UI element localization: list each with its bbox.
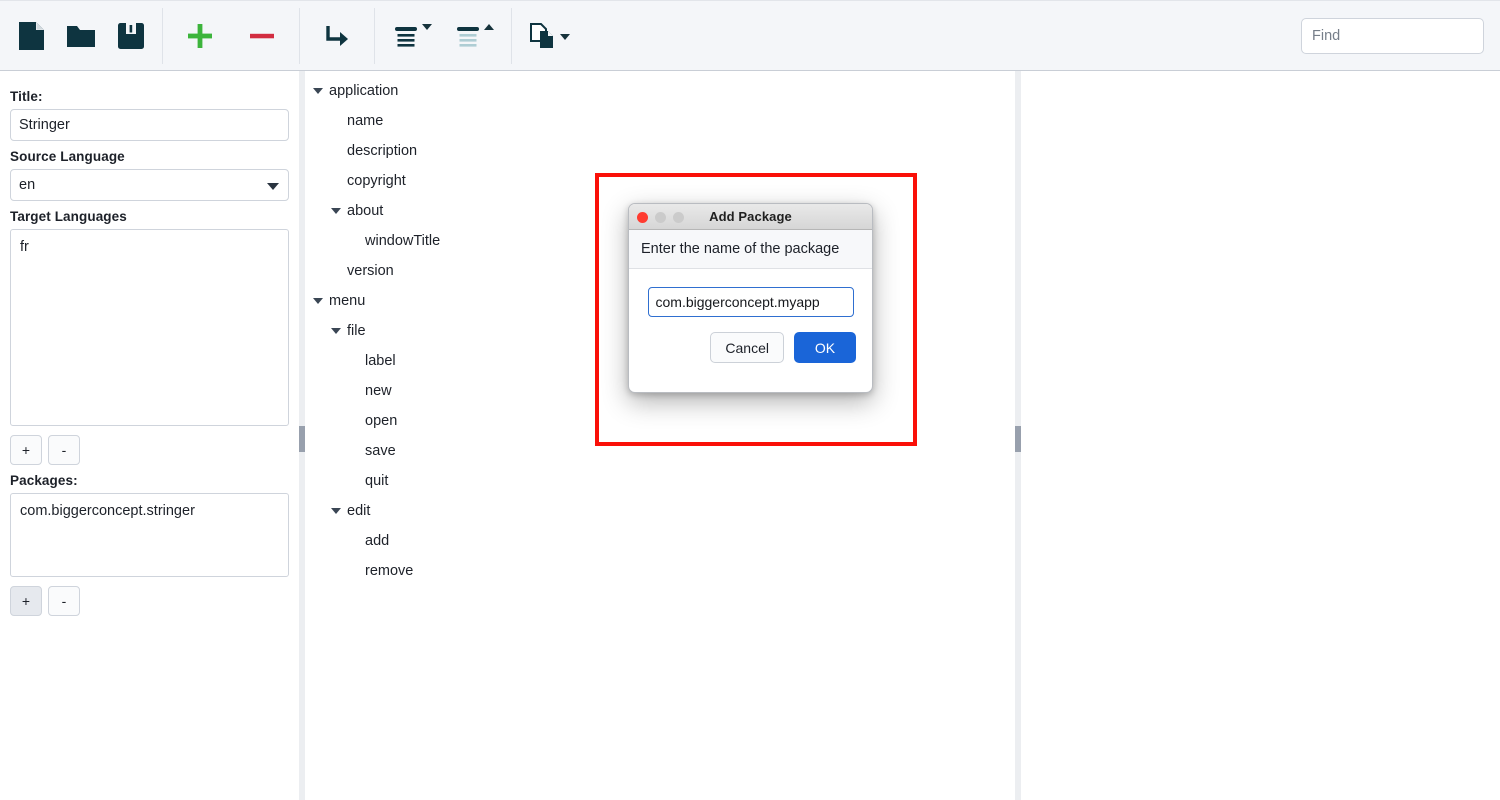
tree-node-label: version — [347, 263, 394, 279]
chevron-down-icon[interactable] — [329, 328, 343, 334]
title-input[interactable] — [10, 109, 289, 141]
toolbar-group-expand — [375, 8, 511, 64]
new-file-button[interactable] — [6, 13, 56, 59]
new-file-icon — [18, 21, 45, 51]
tree-node-label: add — [365, 533, 390, 549]
tree-node-label: application — [329, 83, 399, 99]
tree-node[interactable]: remove — [305, 556, 1015, 586]
add-child-button[interactable] — [306, 13, 368, 59]
chevron-down-icon[interactable] — [311, 88, 325, 94]
find-input[interactable] — [1301, 17, 1484, 54]
main-toolbar — [0, 0, 1500, 71]
expand-all-icon — [393, 23, 419, 49]
tree-node-label: name — [347, 113, 384, 129]
package-name-input[interactable] — [647, 287, 854, 317]
open-folder-icon — [66, 23, 96, 49]
dialog-titlebar: Add Package — [629, 204, 872, 230]
tree-node-label: copyright — [347, 173, 406, 189]
tree-node-label: new — [365, 383, 392, 399]
tree-node-label: save — [365, 443, 396, 459]
dialog-body — [629, 269, 872, 317]
chevron-down-icon[interactable] — [311, 298, 325, 304]
toolbar-group-edit — [163, 8, 299, 64]
maximize-icon[interactable] — [673, 212, 684, 223]
tree-node-label: quit — [365, 473, 389, 489]
remove-key-button[interactable] — [231, 13, 293, 59]
list-item[interactable]: com.biggerconcept.stringer — [20, 501, 279, 522]
title-label: Title: — [10, 89, 43, 104]
floppy-save-icon — [117, 22, 145, 50]
tree-node[interactable]: open — [305, 406, 1015, 436]
toolbar-group-duplicate — [512, 8, 586, 64]
packages-label: Packages: — [10, 473, 78, 488]
arrow-turn-right-icon — [322, 21, 352, 51]
add-package-button[interactable]: + — [10, 586, 42, 616]
collapse-all-icon — [455, 23, 481, 49]
open-folder-button[interactable] — [56, 13, 106, 59]
tree-node-label: about — [347, 203, 384, 219]
add-key-button[interactable] — [169, 13, 231, 59]
chevron-up-icon — [483, 23, 494, 30]
tree-node[interactable]: edit — [305, 496, 1015, 526]
minus-icon — [248, 22, 276, 50]
source-language-select[interactable]: en — [10, 169, 289, 201]
tree-node-label: open — [365, 413, 398, 429]
collapse-all-button[interactable] — [443, 13, 505, 59]
chevron-down-icon — [559, 33, 570, 40]
target-languages-label: Target Languages — [10, 209, 127, 224]
remove-package-button[interactable]: - — [48, 586, 80, 616]
chevron-down-icon[interactable] — [329, 508, 343, 514]
application-window: Title: Source Language en Target Languag… — [0, 0, 1500, 800]
source-language-label: Source Language — [10, 149, 125, 164]
tree-node[interactable]: add — [305, 526, 1015, 556]
chevron-down-icon — [267, 183, 279, 190]
properties-sidebar: Title: Source Language en Target Languag… — [0, 71, 299, 800]
tree-node-label: label — [365, 353, 396, 369]
key-tree-panel[interactable]: application name description copyright about… — [305, 71, 1015, 800]
tree-node-label: menu — [329, 293, 366, 309]
dialog-footer: Cancel OK — [629, 317, 872, 363]
find-container — [1301, 17, 1484, 54]
target-languages-buttons: + - — [10, 435, 289, 465]
detail-panel — [1021, 71, 1500, 800]
tree-node[interactable]: application — [305, 76, 1015, 106]
packages-list[interactable]: com.biggerconcept.stringer — [10, 493, 289, 577]
remove-target-language-button[interactable]: - — [48, 435, 80, 465]
cancel-button[interactable]: Cancel — [710, 332, 784, 363]
tree-node-label: windowTitle — [365, 233, 441, 249]
packages-buttons: + - — [10, 586, 289, 616]
list-item[interactable]: fr — [20, 237, 279, 258]
toolbar-group-file — [0, 8, 162, 64]
toolbar-group-structure — [300, 8, 374, 64]
tree-node[interactable]: save — [305, 436, 1015, 466]
target-languages-list[interactable]: fr — [10, 229, 289, 426]
plus-icon — [186, 22, 214, 50]
save-button[interactable] — [106, 13, 156, 59]
chevron-down-icon — [421, 23, 432, 30]
dialog-prompt: Enter the name of the package — [629, 230, 872, 269]
source-language-value: en — [19, 177, 36, 193]
ok-button[interactable]: OK — [794, 332, 856, 363]
dialog-title: Add Package — [709, 209, 792, 224]
window-controls — [637, 212, 684, 223]
tree-node-label: remove — [365, 563, 414, 579]
tree-node[interactable]: name — [305, 106, 1015, 136]
add-package-dialog: Add Package Enter the name of the packag… — [628, 203, 873, 393]
expand-all-button[interactable] — [381, 13, 443, 59]
copy-documents-icon — [529, 22, 557, 50]
tree-node-label: file — [347, 323, 366, 339]
add-target-language-button[interactable]: + — [10, 435, 42, 465]
minimize-icon[interactable] — [655, 212, 666, 223]
tree-node[interactable]: copyright — [305, 166, 1015, 196]
tree-node-label: description — [347, 143, 418, 159]
tree-node-label: edit — [347, 503, 371, 519]
close-icon[interactable] — [637, 212, 648, 223]
tree-node[interactable]: description — [305, 136, 1015, 166]
chevron-down-icon[interactable] — [329, 208, 343, 214]
tree-node[interactable]: quit — [305, 466, 1015, 496]
duplicate-button[interactable] — [518, 13, 580, 59]
